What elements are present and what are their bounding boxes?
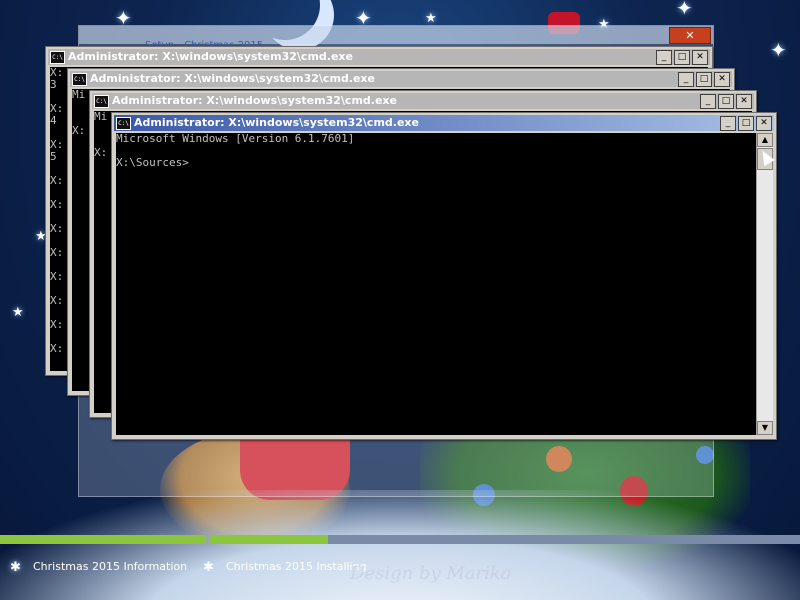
maximize-button[interactable]: □ [738, 116, 754, 131]
installer-close-button[interactable]: ✕ [669, 27, 711, 44]
window-title: Administrator: X:\windows\system32\cmd.e… [112, 94, 397, 107]
close-button[interactable]: ✕ [736, 94, 752, 109]
step-star-icon: ✱ [10, 560, 21, 575]
minimize-button[interactable]: _ [678, 72, 694, 87]
vertical-scrollbar[interactable]: ▲ ▼ [756, 133, 773, 435]
minimize-button[interactable]: _ [720, 116, 736, 131]
progress-bar-info [0, 535, 206, 544]
cmd-icon[interactable]: C:\ [116, 117, 131, 130]
titlebar[interactable]: C:\ Administrator: X:\windows\system32\c… [70, 71, 732, 87]
window-title: Administrator: X:\windows\system32\cmd.e… [90, 72, 375, 85]
maximize-button[interactable]: □ [718, 94, 734, 109]
close-button[interactable]: ✕ [714, 72, 730, 87]
scroll-up-button[interactable]: ▲ [757, 133, 773, 147]
close-button[interactable]: ✕ [692, 50, 708, 65]
cmd-icon[interactable]: C:\ [94, 95, 109, 108]
star-icon: ✦ [676, 0, 693, 20]
step-label-install: Christmas 2015 Installing [226, 560, 367, 573]
watermark: Design by Marika [350, 563, 512, 584]
titlebar[interactable]: C:\ Administrator: X:\windows\system32\c… [48, 49, 710, 65]
maximize-button[interactable]: □ [696, 72, 712, 87]
step-label-info: Christmas 2015 Information [33, 560, 188, 573]
star-icon: ✦ [770, 38, 787, 62]
console-output[interactable]: Microsoft Windows [Version 6.1.7601] X:\… [116, 133, 756, 435]
progress-bar-install [210, 535, 800, 544]
minimize-button[interactable]: _ [700, 94, 716, 109]
minimize-button[interactable]: _ [656, 50, 672, 65]
titlebar[interactable]: C:\ Administrator: X:\windows\system32\c… [92, 93, 754, 109]
cmd-icon[interactable]: C:\ [72, 73, 87, 86]
cmd-icon[interactable]: C:\ [50, 51, 65, 64]
star-icon: ★ [425, 11, 437, 26]
star-icon: ★ [12, 305, 24, 320]
progress-fill [210, 535, 328, 544]
step-star-icon: ✱ [203, 560, 214, 575]
maximize-button[interactable]: □ [674, 50, 690, 65]
close-button[interactable]: ✕ [756, 116, 772, 131]
titlebar[interactable]: C:\ Administrator: X:\windows\system32\c… [114, 115, 774, 131]
window-title: Administrator: X:\windows\system32\cmd.e… [68, 50, 353, 63]
progress-fill [0, 535, 206, 544]
scroll-down-button[interactable]: ▼ [757, 421, 773, 435]
cmd-window-active[interactable]: C:\ Administrator: X:\windows\system32\c… [111, 112, 777, 440]
window-title: Administrator: X:\windows\system32\cmd.e… [134, 116, 419, 129]
